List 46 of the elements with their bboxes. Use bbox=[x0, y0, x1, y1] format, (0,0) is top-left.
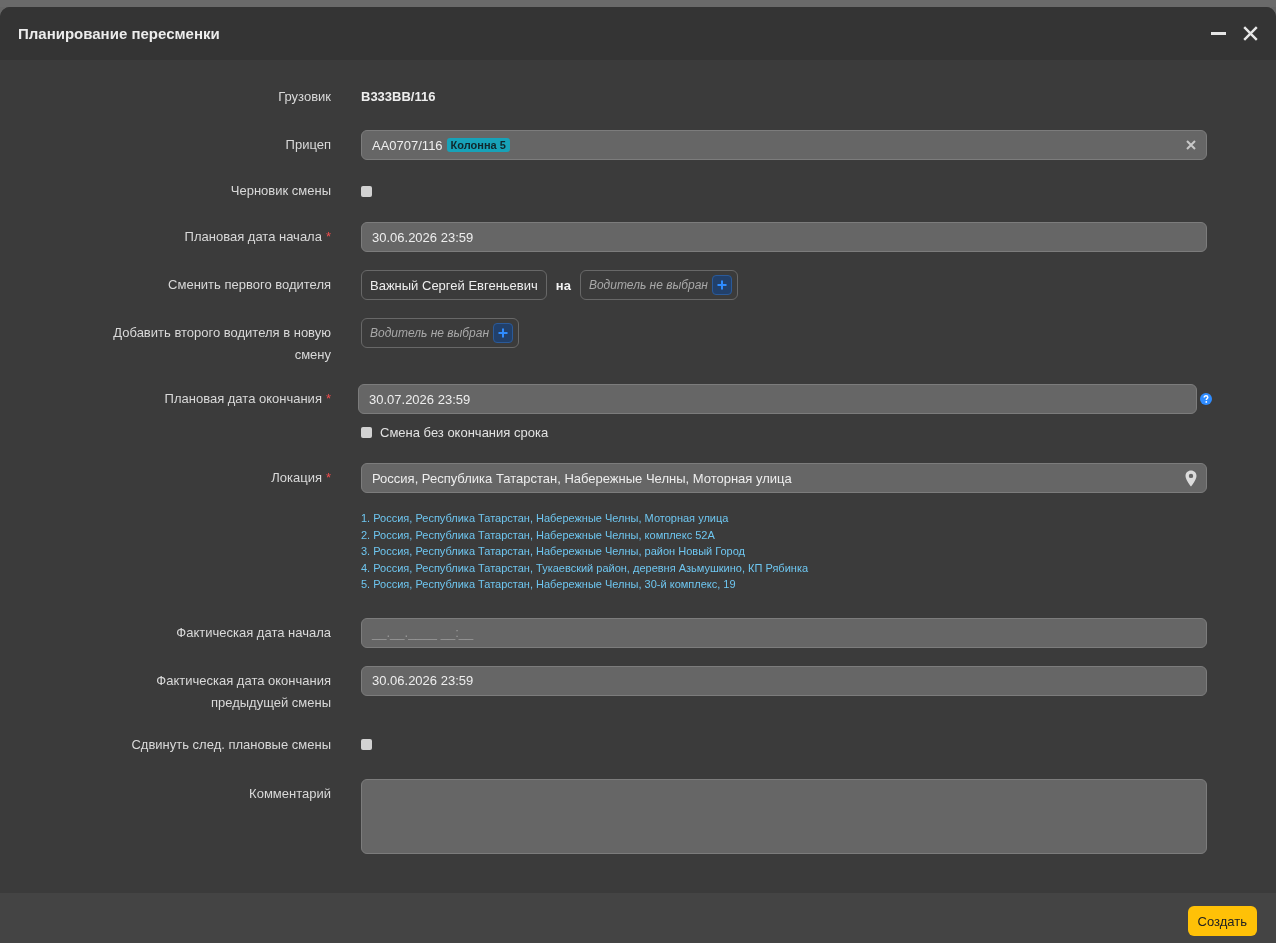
date-field[interactable]: 30.06.2026 23:59 bbox=[361, 222, 1207, 252]
window-title: Планирование пересменки bbox=[18, 25, 220, 42]
field-label: Сдвинуть след. плановые смены bbox=[131, 735, 331, 754]
driver-select-field[interactable]: Водитель не выбран bbox=[579, 270, 738, 300]
field-label: Добавить второго водителя в новую смену bbox=[112, 324, 331, 364]
date-field[interactable]: 30.07.2026 23:59 bbox=[358, 384, 1197, 414]
required-mark: * bbox=[325, 470, 331, 485]
field-label: Локация bbox=[271, 469, 322, 487]
checkbox[interactable] bbox=[361, 739, 372, 750]
map-pin-icon[interactable] bbox=[1185, 469, 1197, 487]
checkbox-label: Смена без окончания срока bbox=[380, 424, 549, 440]
field-label: Прицеп bbox=[285, 136, 331, 154]
date-field[interactable]: 30.06.2026 23:59 bbox=[361, 665, 1207, 696]
field-label: Грузовик bbox=[278, 88, 331, 106]
truck-number: В333ВВ/116 bbox=[361, 88, 436, 106]
group-tag: Колонна 5 bbox=[446, 138, 510, 152]
create-button[interactable]: Создать bbox=[1187, 906, 1257, 936]
field-label: Плановая дата окончания bbox=[164, 390, 322, 408]
address-suggestion[interactable]: 3. Россия, Республика Татарстан, Набережные Челны, район Новый Город bbox=[361, 543, 745, 560]
help-icon[interactable] bbox=[1200, 393, 1212, 405]
field-label: Черновик смены bbox=[230, 182, 331, 200]
location-field[interactable]: Россия, Республика Татарстан, Набережные Челны, Моторная улица bbox=[361, 463, 1207, 493]
trailer-select-field[interactable]: АА0707/116 Колонна 5 bbox=[361, 130, 1207, 160]
close-icon[interactable] bbox=[1243, 26, 1258, 41]
add-driver-button[interactable] bbox=[711, 275, 732, 295]
plus-icon bbox=[716, 280, 727, 290]
clear-icon[interactable] bbox=[1186, 140, 1196, 150]
address-suggestion[interactable]: 2. Россия, Республика Татарстан, Набережные Челны, комплекс 52А bbox=[361, 526, 715, 543]
checkbox[interactable] bbox=[361, 426, 372, 438]
address-suggestion[interactable]: 4. Россия, Республика Татарстан, Тукаевский район, деревня Азьмушкино, КП Рябинка bbox=[361, 559, 809, 576]
field-label: Комментарий bbox=[249, 784, 331, 803]
field-label: Сменить первого водителя bbox=[168, 276, 331, 294]
required-mark: * bbox=[325, 391, 331, 406]
connector-text: на bbox=[555, 277, 571, 293]
add-driver-button[interactable] bbox=[493, 323, 514, 343]
driver-name-field[interactable]: Важный Сергей Евгеньевич bbox=[361, 270, 547, 300]
driver-select-field[interactable]: Водитель не выбран bbox=[361, 318, 520, 348]
field-label: Фактическая дата окончания предыдущей смены bbox=[155, 671, 331, 712]
plus-icon bbox=[498, 328, 509, 338]
address-suggestion[interactable]: 1. Россия, Республика Татарстан, Набережные Челны, Моторная улица bbox=[361, 510, 729, 527]
field-label: Плановая дата начала bbox=[184, 228, 322, 246]
address-suggestion[interactable]: 5. Россия, Республика Татарстан, Набережные Челны, 30-й комплекс, 19 bbox=[361, 576, 736, 593]
required-mark: * bbox=[325, 229, 331, 244]
comment-field[interactable] bbox=[361, 778, 1207, 854]
checkbox[interactable] bbox=[361, 185, 372, 197]
field-label: Фактическая дата начала bbox=[176, 623, 331, 642]
